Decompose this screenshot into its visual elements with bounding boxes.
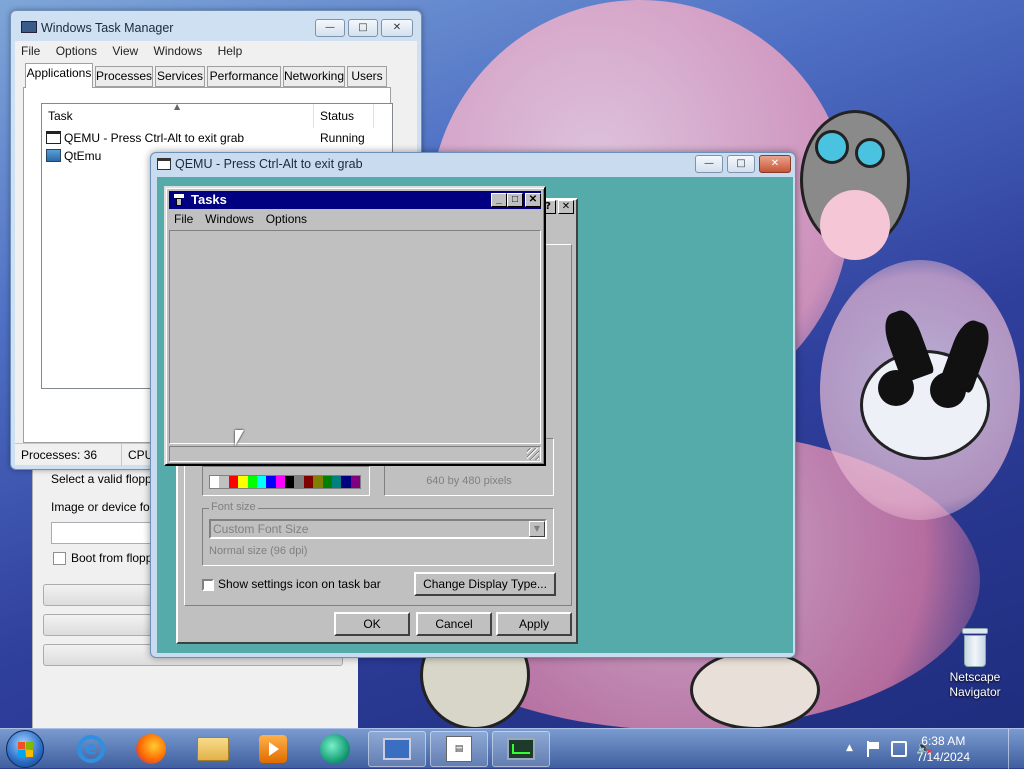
image-device-label: Image or device for f: [51, 500, 161, 514]
show-settings-icon-checkbox[interactable]: [202, 579, 214, 591]
cancel-button[interactable]: Cancel: [416, 612, 492, 636]
font-size-group-label: Font size: [209, 501, 258, 513]
boot-floppy-label: Boot from floppy: [71, 551, 159, 565]
task-manager-icon: [21, 21, 37, 35]
firefox-icon: [136, 734, 166, 764]
column-status[interactable]: Status: [314, 104, 374, 128]
document-icon: ▤: [446, 736, 472, 762]
font-size-select[interactable]: Custom Font Size ▼: [209, 519, 547, 539]
tasks-close-button[interactable]: ✕: [525, 193, 541, 207]
taskbar-media-player[interactable]: [244, 731, 302, 767]
row-task: QEMU - Press Ctrl-Alt to exit grab: [64, 131, 245, 145]
processes-count: Processes: 36: [21, 448, 98, 462]
row-task: QtEmu: [64, 149, 102, 163]
taskbar-internet-explorer[interactable]: e: [62, 731, 120, 767]
floppy-label: Select a valid floppy: [51, 472, 158, 486]
desktop-icon-label: Netscape Navigator: [949, 670, 1001, 699]
media-player-icon: [259, 735, 287, 763]
qemu-minimize-button[interactable]: —: [695, 155, 723, 173]
monitor-icon: [383, 738, 411, 760]
tab-networking[interactable]: Networking: [283, 66, 345, 87]
font-size-group: Font size Custom Font Size ▼ Normal size…: [202, 501, 554, 566]
row-status: Running: [320, 131, 365, 145]
menu-options[interactable]: Options: [56, 44, 97, 58]
show-desktop-button[interactable]: [1008, 729, 1024, 769]
close-button[interactable]: ✕: [381, 19, 413, 37]
internet-explorer-icon: e: [77, 735, 105, 763]
tasks-menu-options[interactable]: Options: [266, 212, 307, 226]
minimize-button[interactable]: —: [315, 19, 345, 37]
tab-processes[interactable]: Processes: [95, 66, 153, 87]
qemu-close-button[interactable]: ✕: [759, 155, 791, 173]
start-button[interactable]: [6, 730, 44, 768]
tasks-window: Tasks _ □ ✕ File Windows Options: [164, 186, 546, 466]
apply-button[interactable]: Apply: [496, 612, 572, 636]
color-palette-group: [202, 466, 370, 496]
tasks-app-icon: [173, 193, 185, 207]
tasks-titlebar[interactable]: Tasks _ □ ✕: [169, 191, 541, 209]
tasks-client-area[interactable]: [169, 230, 541, 444]
window-title: Windows Task Manager: [41, 21, 174, 35]
ok-button[interactable]: OK: [334, 612, 410, 636]
menu-file[interactable]: File: [21, 44, 40, 58]
taskbar-firefox[interactable]: [122, 731, 180, 767]
tasks-status-bar: [169, 446, 541, 462]
menu-bar: File Options View Windows Help: [15, 41, 417, 61]
menu-help[interactable]: Help: [218, 44, 243, 58]
qemu-window-icon: [157, 158, 171, 170]
qemu-maximize-button[interactable]: □: [727, 155, 755, 173]
dialog-close-button[interactable]: ✕: [558, 200, 574, 214]
tab-performance[interactable]: Performance: [207, 66, 281, 87]
task-manager-taskbar-icon: [507, 738, 535, 760]
taskbar-task-manager[interactable]: [492, 731, 550, 767]
tasks-minimize-button[interactable]: _: [491, 193, 507, 207]
show-hidden-icons-icon[interactable]: ▲: [846, 743, 853, 753]
tasks-menu-windows[interactable]: Windows: [205, 212, 254, 226]
table-row[interactable]: QEMU - Press Ctrl-Alt to exit grab Runni…: [42, 129, 392, 147]
network-icon[interactable]: [891, 741, 907, 757]
boot-floppy-checkbox[interactable]: [53, 552, 66, 565]
taskbar-text-window[interactable]: ▤: [430, 731, 488, 767]
tasks-title: Tasks: [191, 192, 227, 207]
show-settings-icon-label: Show settings icon on task bar: [218, 577, 381, 591]
tasks-menu-bar: File Windows Options: [174, 210, 540, 228]
tasks-menu-file[interactable]: File: [174, 212, 193, 226]
tasks-maximize-button[interactable]: □: [507, 193, 523, 207]
menu-windows[interactable]: Windows: [154, 44, 203, 58]
font-size-value: Custom Font Size: [213, 522, 309, 536]
qemu-title: QEMU - Press Ctrl-Alt to exit grab: [175, 157, 363, 171]
taskbar-explorer[interactable]: [184, 731, 242, 767]
window-app-icon: [46, 131, 61, 144]
maximize-button[interactable]: □: [348, 19, 378, 37]
tab-users[interactable]: Users: [347, 66, 387, 87]
taskbar-clock[interactable]: 6:38 AM 7/14/2024: [917, 733, 970, 765]
cpu-usage: CPU: [121, 444, 153, 466]
clock-time: 6:38 AM: [921, 734, 966, 748]
folder-icon: [197, 737, 229, 761]
tab-services[interactable]: Services: [155, 66, 205, 87]
desktop-icon-netscape[interactable]: Netscape Navigator: [940, 628, 1010, 700]
taskbar: e ▤ ▲ 🔈 ✕ 6:38 AM 7/14/2024: [0, 728, 1024, 769]
qtemu-app-icon: [46, 149, 61, 162]
change-display-type-button[interactable]: Change Display Type...: [414, 572, 556, 596]
clock-date: 7/14/2024: [916, 750, 970, 764]
action-center-flag-icon[interactable]: [866, 741, 880, 757]
sort-arrow-icon: ▲: [174, 102, 181, 111]
qtemu-icon: [320, 734, 350, 764]
mouse-cursor-icon: [235, 430, 244, 446]
font-size-note: Normal size (96 dpi): [209, 545, 308, 557]
resolution-text: 640 by 480 pixels: [426, 475, 512, 487]
color-palette-swatch: [209, 475, 361, 489]
tab-applications[interactable]: Applications: [25, 63, 93, 88]
chevron-down-icon[interactable]: ▼: [529, 521, 545, 537]
resize-grip-icon[interactable]: [527, 448, 539, 460]
taskbar-qemu-window[interactable]: [368, 731, 426, 767]
taskbar-qtemu[interactable]: [306, 731, 364, 767]
menu-view[interactable]: View: [112, 44, 138, 58]
recycle-bin-icon: [960, 628, 990, 670]
